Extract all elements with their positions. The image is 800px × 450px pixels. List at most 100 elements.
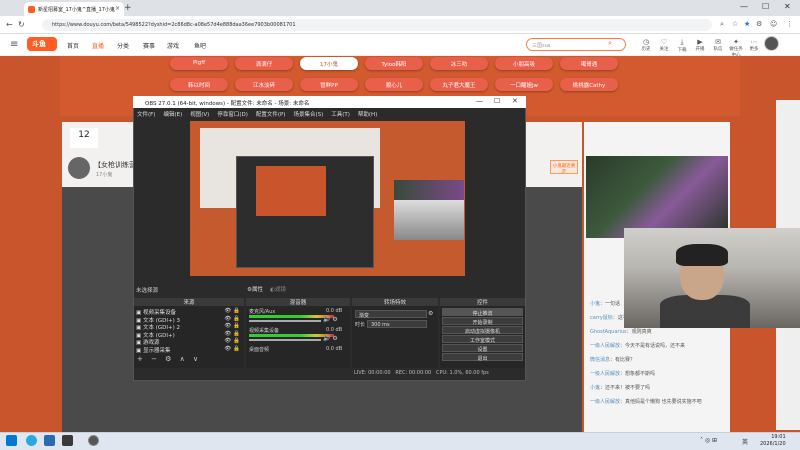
url-field[interactable]: https://www.douyu.com/beta/5498522?dyshi… — [42, 19, 712, 31]
obs-close-icon[interactable]: ✕ — [512, 97, 518, 105]
search-icon[interactable]: ⌕ — [608, 39, 612, 48]
obs-minimize-icon[interactable]: — — [476, 97, 483, 105]
eye-lock-icon[interactable]: 👁 🔒 — [224, 338, 240, 344]
streamer-avatar[interactable] — [68, 157, 90, 179]
chat-user[interactable]: GhostAquarius — [590, 329, 627, 335]
user-avatar[interactable] — [764, 36, 779, 51]
nav-yuba[interactable]: 鱼吧 — [194, 41, 206, 50]
obs-menu-item[interactable]: 视图(V) — [190, 112, 209, 118]
anchor-pill[interactable]: 韩以时间 — [170, 78, 228, 91]
ime-indicator[interactable]: 英 — [742, 437, 748, 446]
maximize-icon[interactable]: ☐ — [762, 2, 769, 11]
clock[interactable]: 19:01 2026/1/20 — [760, 434, 786, 448]
filters-button[interactable]: ◐滤镜 — [270, 285, 286, 293]
eye-lock-icon[interactable]: 👁 🔒 — [224, 308, 240, 314]
header-history-button[interactable]: ◷ 历史 — [638, 38, 654, 52]
menu-dots-icon[interactable]: ⋮ — [786, 20, 793, 28]
anchor-pill[interactable]: Tyloo韩阳 — [365, 57, 423, 70]
profile-icon[interactable]: ☺ — [770, 20, 777, 28]
reload-icon[interactable]: ↻ — [18, 20, 25, 29]
windows-start-icon[interactable] — [6, 435, 17, 446]
star-icon[interactable]: ☆ — [732, 20, 738, 28]
obs-maximize-icon[interactable]: ☐ — [494, 97, 500, 105]
obs-menu-item[interactable]: 场景集合(S) — [293, 112, 323, 118]
anchor-pill[interactable]: 小朋高吸 — [495, 57, 553, 70]
browser-tab[interactable]: 新星招募室_17小鬼^直播_17小鬼 × — [24, 2, 124, 16]
obs-menu-item[interactable]: 编辑(E) — [163, 112, 182, 118]
extensions-icon[interactable]: ⚙ — [756, 20, 762, 28]
properties-button[interactable]: ⚙属性 — [247, 285, 263, 293]
favorite-icon[interactable]: ★ — [744, 20, 750, 28]
header-download-button[interactable]: ⤓ 下载 — [674, 38, 690, 53]
edge-icon[interactable] — [26, 435, 37, 446]
chat-user[interactable]: 一级人民解放 — [590, 343, 620, 349]
obs-control-button[interactable]: 开始录制 — [442, 317, 523, 326]
douyu-logo[interactable]: 斗鱼 — [27, 37, 57, 51]
chat-user[interactable]: 小鬼 — [590, 385, 600, 391]
header-task-button[interactable]: ✦做任务中心 — [728, 38, 744, 58]
obs-control-button[interactable]: 设置 — [442, 344, 523, 353]
obs-menu-item[interactable]: 工具(T) — [331, 112, 350, 118]
anchor-pill[interactable]: 一口醒姐jw — [495, 78, 553, 91]
header-more-button[interactable]: ⋯ 更多 — [746, 38, 762, 52]
obs-control-button[interactable]: 启动虚拟摄像机 — [442, 326, 523, 335]
eye-lock-icon[interactable]: 👁 🔒 — [224, 316, 240, 322]
hamburger-menu-icon[interactable]: ≡ — [10, 39, 18, 50]
anchor-pill[interactable]: 江水淡碎 — [235, 78, 293, 91]
eye-lock-icon[interactable]: 👁 🔒 — [224, 346, 240, 352]
obs-menu-item[interactable]: 停靠窗口(D) — [217, 112, 248, 118]
close-window-icon[interactable]: ✕ — [784, 2, 791, 11]
transition-select[interactable]: 渐变 — [355, 310, 427, 319]
obs-control-button[interactable]: 工作室模式 — [442, 335, 523, 344]
chat-user[interactable]: 一级人民解放 — [590, 371, 620, 377]
header-message-button[interactable]: ✉ 私信 — [710, 38, 726, 52]
anchor-pill[interactable]: 噶哥遇 — [560, 57, 618, 70]
anchor-pill[interactable]: 冰三叻 — [430, 57, 488, 70]
task-icon: ✦ — [733, 38, 739, 46]
nav-games[interactable]: 游戏 — [167, 41, 179, 50]
volume-slider[interactable] — [249, 320, 321, 322]
anchor-pill[interactable]: 滴滴仔 — [235, 57, 293, 70]
back-icon[interactable]: ← — [6, 20, 13, 29]
windows-taskbar — [0, 432, 800, 450]
anchor-pill[interactable]: 丸子君大魔王 — [430, 78, 488, 91]
transition-gear-icon[interactable]: ⚙ — [428, 310, 433, 317]
anchor-pill[interactable]: 桃桃露Cathy — [560, 78, 618, 91]
nav-events[interactable]: 赛事 — [143, 41, 155, 50]
obs-control-button[interactable]: 停止推流 — [442, 308, 523, 317]
source-toolbar[interactable]: + − ⚙ ∧ ∨ — [137, 355, 201, 363]
duration-input[interactable]: 300 ms — [367, 320, 427, 328]
nav-live[interactable]: 直播 — [92, 41, 104, 50]
chat-user[interactable]: 微信消息 — [590, 357, 610, 363]
nav-home[interactable]: 首页 — [67, 41, 79, 50]
obs-menu-item[interactable]: 配置文件(P) — [256, 112, 286, 118]
anchor-pill[interactable]: 顺心儿 — [365, 78, 423, 91]
eye-lock-icon[interactable]: 👁 🔒 — [224, 331, 240, 337]
new-tab-icon[interactable]: + — [124, 3, 132, 13]
obs-menu-item[interactable]: 帮助(H) — [358, 112, 377, 118]
tray-icons[interactable]: ˄ ◎ ⊞ — [700, 437, 717, 444]
volume-slider[interactable] — [249, 339, 321, 341]
obs-taskbar-icon[interactable] — [88, 435, 99, 446]
app-icon[interactable] — [62, 435, 73, 446]
eye-lock-icon[interactable]: 👁 🔒 — [224, 323, 240, 329]
zoom-icon[interactable]: ⌕ — [720, 20, 724, 29]
chat-user[interactable]: 一级人民解放 — [590, 399, 620, 405]
minimize-icon[interactable]: — — [740, 2, 748, 11]
source-row[interactable]: ▣ 显示器采集 👁 🔒 — [136, 346, 242, 354]
obs-control-button[interactable]: 退出 — [442, 353, 523, 362]
header-live-button[interactable]: ▶ 开播 — [692, 38, 708, 52]
mixer-mute-gear-icon[interactable]: 🔊 ⚙ — [323, 335, 338, 342]
chat-user[interactable]: carry鼠标 — [590, 315, 613, 321]
streamer-name[interactable]: 17小鬼 — [96, 171, 112, 178]
steam-icon[interactable] — [44, 435, 55, 446]
anchor-pill[interactable]: 17小鬼 — [300, 57, 358, 70]
nav-category[interactable]: 分类 — [117, 41, 129, 50]
anchor-pill[interactable]: Pigff — [170, 57, 228, 70]
close-tab-icon[interactable]: × — [115, 5, 120, 12]
obs-menu-item[interactable]: 文件(F) — [137, 112, 155, 118]
mixer-mute-gear-icon[interactable]: 🔊 ⚙ — [323, 316, 338, 323]
header-follow-button[interactable]: ♡ 关注 — [656, 38, 672, 52]
chat-user[interactable]: 小鬼 — [590, 301, 600, 307]
anchor-pill[interactable]: 冒鲜PP — [300, 78, 358, 91]
